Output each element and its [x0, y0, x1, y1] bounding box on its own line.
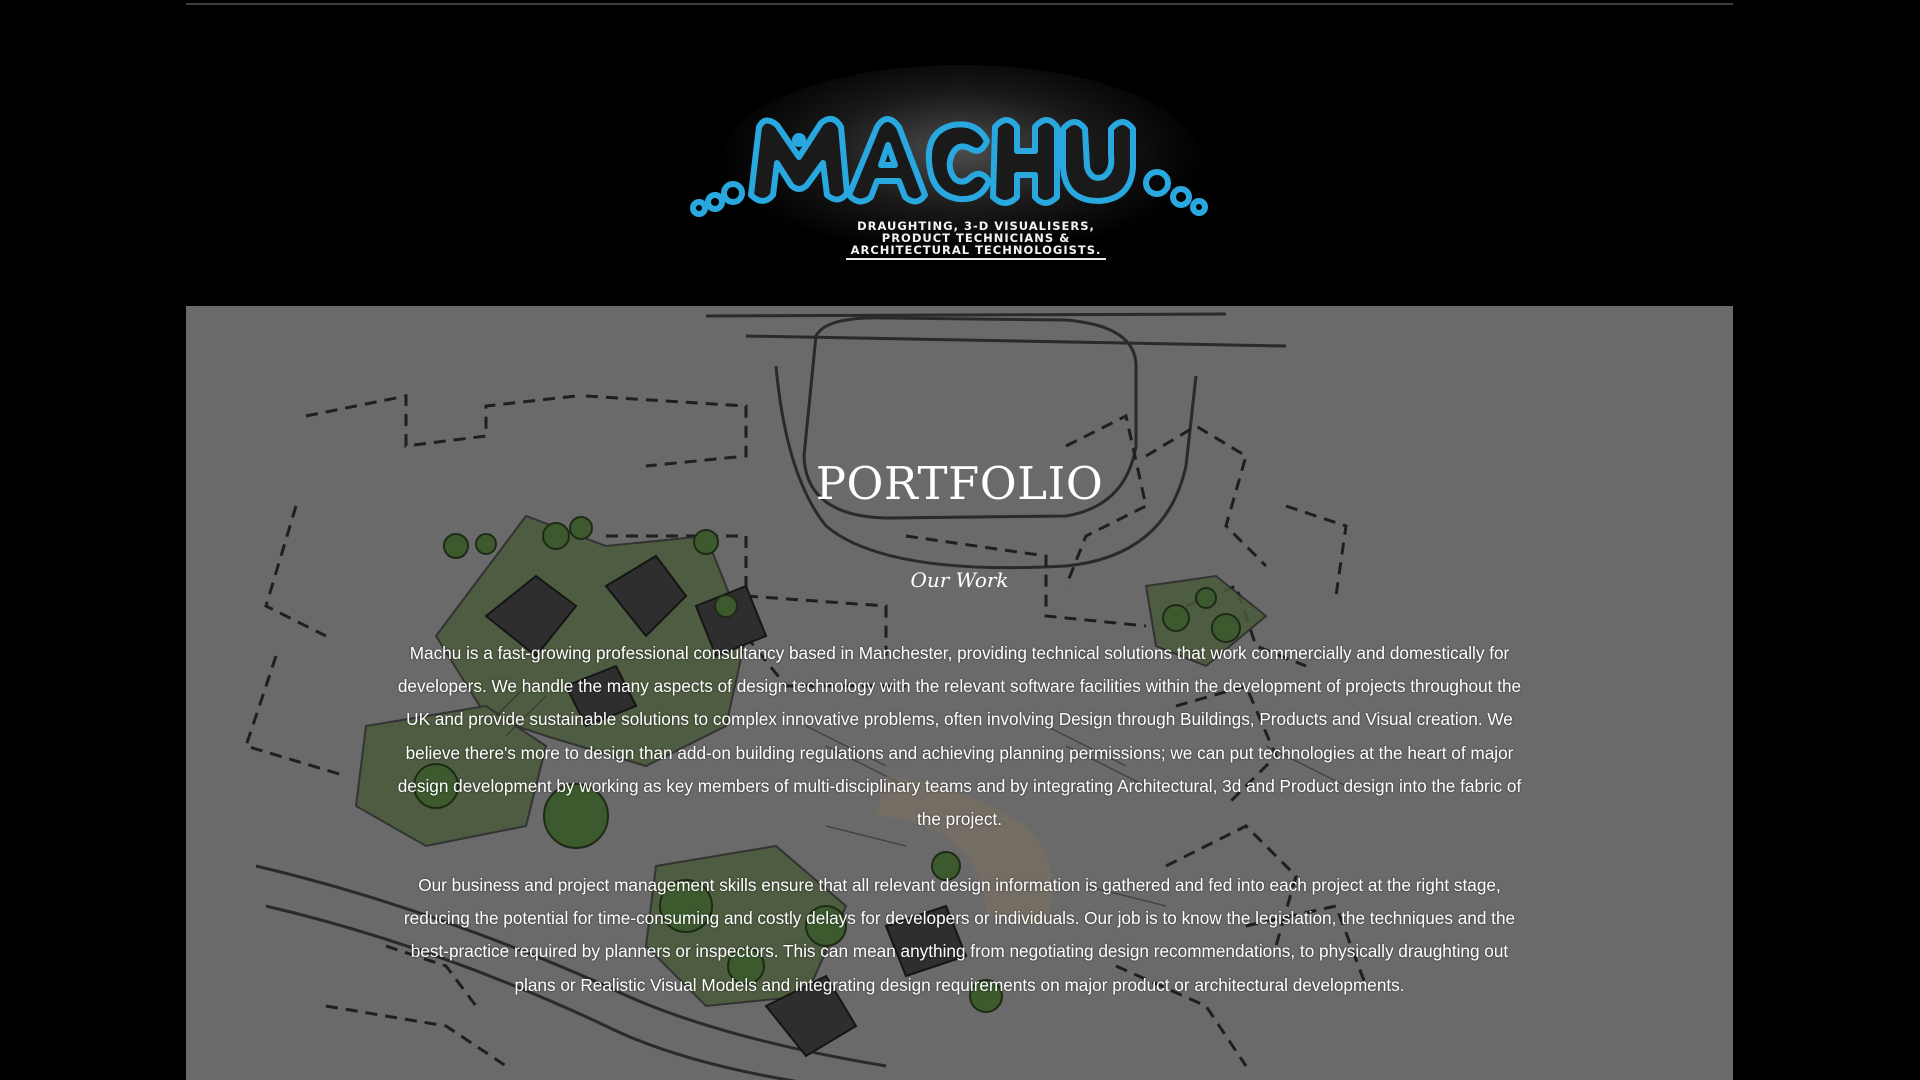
intro-paragraph: Machu is a fast-growing professional con…: [397, 643, 1522, 830]
page-title: PORTFOLIO: [815, 457, 1104, 510]
business-paragraph: Our business and project management skil…: [403, 875, 1516, 995]
logo-tagline-underline: [846, 258, 1106, 260]
portfolio-section: PORTFOLIO Our Work Machu is a fast-growi…: [186, 306, 1733, 1080]
page-frame: Draughting, 3-D Visualisers, Product Tec…: [186, 0, 1733, 1080]
machu-logo[interactable]: Draughting, 3-D Visualisers, Product Tec…: [681, 45, 1241, 275]
site-header: Draughting, 3-D Visualisers, Product Tec…: [186, 5, 1733, 306]
logo-tagline: Draughting, 3-D Visualisers, Product Tec…: [850, 219, 1102, 257]
page-subtitle: Our Work: [910, 568, 1009, 592]
